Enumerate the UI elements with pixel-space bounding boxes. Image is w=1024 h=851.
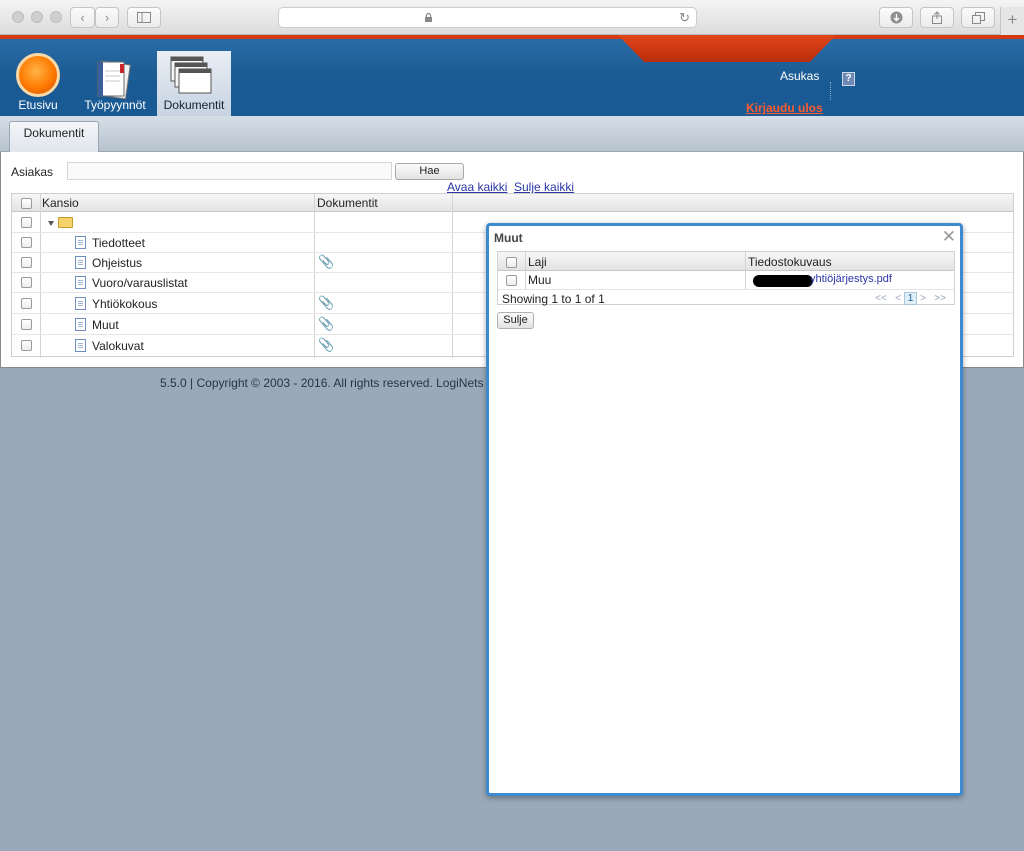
folder-name[interactable]: Ohjeistus — [92, 256, 142, 270]
pager-first-button[interactable]: << — [875, 293, 887, 304]
dialog-grid-header: Laji Tiedostokuvaus — [498, 252, 954, 290]
folder-name[interactable]: Tiedotteet — [92, 236, 145, 250]
attachment-icon[interactable]: 📎 — [318, 295, 334, 311]
column-header-dokumentit: Dokumentit — [317, 196, 378, 210]
folder-name[interactable]: Muut — [92, 318, 119, 332]
collapse-all-link[interactable]: Sulje kaikki — [514, 180, 574, 194]
documents-icon — [170, 56, 212, 94]
app-header: Etusivu Työpyynnöt Dokumentit Asukas ? K… — [0, 35, 1024, 116]
share-icon — [932, 11, 942, 24]
row-checkbox[interactable] — [506, 275, 517, 286]
paging-status: Showing 1 to 1 of 1 — [502, 292, 605, 306]
folder-icon — [58, 217, 73, 228]
row-checkbox[interactable] — [21, 298, 32, 309]
header-accent-strip — [0, 35, 1024, 39]
pager-prev-button[interactable]: < — [895, 293, 901, 304]
downloads-button[interactable] — [879, 7, 913, 28]
pager-current-page: 1 — [903, 292, 918, 305]
help-icon[interactable]: ? — [842, 72, 855, 86]
address-bar[interactable]: ↻ — [278, 7, 697, 28]
attachment-icon[interactable]: 📎 — [318, 316, 334, 332]
search-button[interactable]: Hae — [395, 163, 464, 180]
work-requests-icon — [97, 60, 131, 100]
asiakas-input[interactable] — [67, 162, 392, 180]
redacted-text — [753, 275, 813, 287]
row-checkbox[interactable] — [21, 277, 32, 288]
folder-name[interactable]: Valokuvat — [92, 339, 144, 353]
nav-item-label: Dokumentit — [163, 98, 225, 112]
pager: << < 1 > >> — [875, 292, 946, 305]
row-checkbox[interactable] — [21, 257, 32, 268]
attachment-icon[interactable]: 📎 — [318, 254, 334, 270]
tab-dokumentit[interactable]: Dokumentit — [9, 121, 99, 152]
back-button[interactable]: ‹ — [70, 7, 95, 28]
nav-item-label: Työpyynnöt — [84, 98, 146, 112]
tab-bar: Dokumentit — [0, 116, 1024, 152]
folder-name[interactable]: Vuoro/varauslistat — [92, 276, 188, 290]
tabs-overview-button[interactable] — [961, 7, 995, 28]
new-tab-button[interactable]: + — [1000, 7, 1024, 35]
sidebar-toggle-button[interactable] — [127, 7, 161, 28]
nav-item-dokumentit[interactable]: Dokumentit — [157, 51, 231, 116]
close-icon[interactable]: ✕ — [942, 227, 956, 247]
row-checkbox[interactable] — [21, 217, 32, 228]
header-divider — [830, 82, 831, 100]
home-orb-icon — [16, 53, 60, 97]
close-window-icon[interactable] — [12, 11, 24, 23]
select-all-checkbox[interactable] — [506, 257, 517, 268]
close-button[interactable]: Sulje — [497, 312, 534, 329]
browser-toolbar: ‹ › ↻ + — [0, 0, 1024, 35]
document-icon — [75, 318, 86, 331]
select-all-checkbox[interactable] — [21, 198, 32, 209]
nav-item-etusivu[interactable]: Etusivu — [1, 49, 75, 116]
asiakas-label: Asiakas — [11, 165, 54, 179]
download-icon — [890, 11, 902, 24]
attachment-icon[interactable]: 📎 — [318, 337, 334, 353]
expand-arrow-icon[interactable] — [48, 221, 54, 226]
dialog-grid: Laji Tiedostokuvaus Muu yhtiöjärjestys.p… — [497, 251, 955, 306]
documents-dialog: Muut ✕ Laji Tiedostokuvaus Muu yhtiöjärj… — [486, 223, 963, 796]
row-checkbox[interactable] — [21, 319, 32, 330]
grid-header: Kansio Dokumentit — [12, 194, 1013, 212]
dialog-title: Muut — [494, 231, 523, 245]
document-icon — [75, 276, 86, 289]
column-header-tiedostokuvaus: Tiedostokuvaus — [748, 255, 832, 269]
document-icon — [75, 236, 86, 249]
forward-button[interactable]: › — [95, 7, 119, 28]
nav-item-label: Etusivu — [18, 98, 58, 112]
zoom-window-icon[interactable] — [50, 11, 62, 23]
lock-icon — [425, 13, 432, 22]
row-laji: Muu — [528, 273, 552, 287]
user-role-label: Asukas — [780, 69, 820, 83]
row-checkbox[interactable] — [21, 340, 32, 351]
row-checkbox[interactable] — [21, 237, 32, 248]
folder-name[interactable]: Yhtiökokous — [92, 297, 157, 311]
header-lower-band — [0, 80, 1024, 116]
footer-copyright: 5.5.0 | Copyright © 2003 - 2016. All rig… — [160, 376, 519, 390]
pager-last-button[interactable]: >> — [934, 293, 946, 304]
expand-all-link[interactable]: Avaa kaikki — [447, 180, 507, 194]
minimize-window-icon[interactable] — [31, 11, 43, 23]
header-accent-notch — [618, 35, 836, 62]
logout-link[interactable]: Kirjaudu ulos — [746, 101, 823, 115]
table-row[interactable]: Muu yhtiöjärjestys.pdf — [498, 271, 954, 290]
tabs-icon — [971, 12, 985, 24]
document-icon — [75, 297, 86, 310]
document-icon — [75, 339, 86, 352]
nav-item-tyopyynnot[interactable]: Työpyynnöt — [78, 49, 152, 116]
pager-next-button[interactable]: > — [920, 293, 926, 304]
sidebar-icon — [137, 12, 151, 23]
file-link[interactable]: yhtiöjärjestys.pdf — [810, 273, 892, 285]
reload-icon[interactable]: ↻ — [679, 10, 690, 26]
share-button[interactable] — [920, 7, 954, 28]
document-icon — [75, 256, 86, 269]
column-header-kansio: Kansio — [42, 196, 79, 210]
dialog-grid-footer: Showing 1 to 1 of 1 << < 1 > >> — [498, 290, 954, 306]
column-header-laji: Laji — [528, 255, 547, 269]
